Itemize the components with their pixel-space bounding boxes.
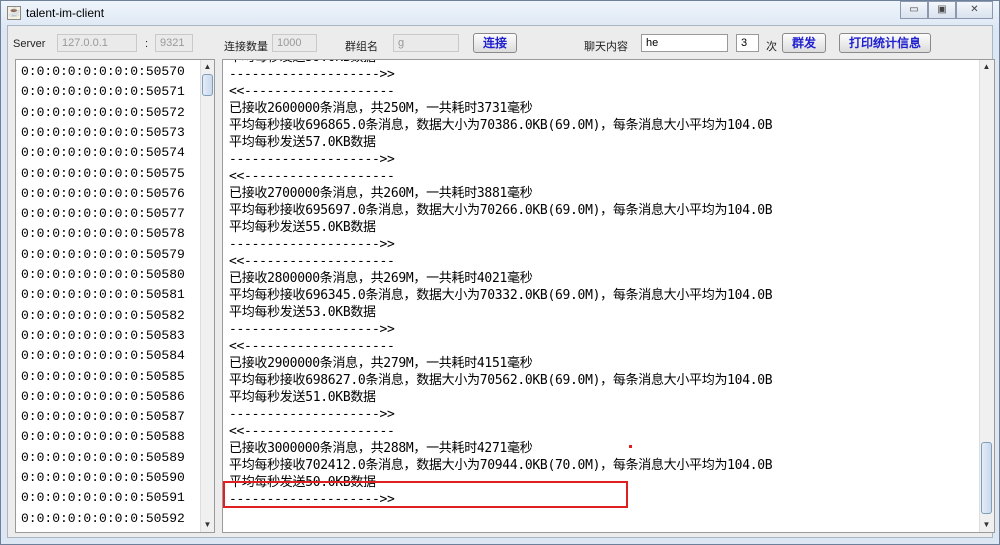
client-list-item[interactable]: 0:0:0:0:0:0:0:0:50591 (21, 488, 185, 508)
client-list-item[interactable]: 0:0:0:0:0:0:0:0:50586 (21, 387, 185, 407)
client-list-item[interactable]: 0:0:0:0:0:0:0:0:50574 (21, 143, 185, 163)
app-window: ☕ talent-im-client ▭ ▣ ✕ Server 127.0.0.… (0, 0, 1000, 545)
log-line: 已接收2700000条消息，共260M，一共耗时3881毫秒 (229, 186, 533, 201)
minimize-button[interactable]: ▭ (900, 1, 928, 19)
client-area: Server 127.0.0.1 : 9321 连接数量 1000 群组名 g … (7, 25, 995, 538)
log-line: -------------------->> (229, 67, 395, 82)
client-list-item[interactable]: 0:0:0:0:0:0:0:0:50576 (21, 184, 185, 204)
client-list-item[interactable]: 0:0:0:0:0:0:0:0:50571 (21, 82, 185, 102)
times-input[interactable]: 3 (736, 34, 759, 52)
broadcast-button[interactable]: 群发 (782, 33, 826, 53)
java-icon: ☕ (7, 6, 21, 20)
conn-count-input[interactable]: 1000 (272, 34, 317, 52)
log-line: 平均每秒接收702412.0条消息，数据大小为70944.0KB(70.0M)，… (229, 458, 773, 473)
client-list[interactable]: ▲ ▼ 0:0:0:0:0:0:0:0:50570 0:0:0:0:0:0:0:0… (15, 59, 215, 533)
chat-input[interactable]: he (641, 34, 728, 52)
close-button[interactable]: ✕ (956, 1, 993, 19)
scroll-up-icon[interactable]: ▲ (201, 60, 214, 74)
log-line: 已接收2600000条消息，共250M，一共耗时3731毫秒 (229, 101, 533, 116)
client-list-scrollbar[interactable]: ▲ ▼ (200, 60, 214, 532)
connect-button[interactable]: 连接 (473, 33, 517, 53)
client-list-item[interactable]: 0:0:0:0:0:0:0:0:50570 (21, 62, 185, 82)
scroll-thumb[interactable] (981, 442, 992, 514)
log-line: 平均每秒发送55.0KB数据 (229, 220, 376, 235)
log-line: -------------------->> (229, 322, 395, 337)
client-list-item[interactable]: 0:0:0:0:0:0:0:0:50588 (21, 427, 185, 447)
scroll-down-icon[interactable]: ▼ (201, 518, 214, 532)
client-list-item[interactable]: 0:0:0:0:0:0:0:0:50580 (21, 265, 185, 285)
client-list-item[interactable]: 0:0:0:0:0:0:0:0:50583 (21, 326, 185, 346)
client-list-item[interactable]: 0:0:0:0:0:0:0:0:50582 (21, 306, 185, 326)
colon-label: : (145, 38, 149, 50)
log-line: 平均每秒接收695697.0条消息，数据大小为70266.0KB(69.0M)，… (229, 203, 773, 218)
client-list-item[interactable]: 0:0:0:0:0:0:0:0:50585 (21, 367, 185, 387)
client-list-item[interactable]: 0:0:0:0:0:0:0:0:50573 (21, 123, 185, 143)
client-list-item[interactable]: 0:0:0:0:0:0:0:0:50589 (21, 448, 185, 468)
red-dot-marker (629, 445, 632, 448)
server-input[interactable]: 127.0.0.1 (57, 34, 137, 52)
client-list-item[interactable]: 0:0:0:0:0:0:0:0:50577 (21, 204, 185, 224)
server-label: Server (13, 38, 46, 50)
log-line: -------------------->> (229, 237, 395, 252)
client-list-item[interactable]: 0:0:0:0:0:0:0:0:50581 (21, 285, 185, 305)
port-input[interactable]: 9321 (155, 34, 193, 52)
client-list-item[interactable]: 0:0:0:0:0:0:0:0:50584 (21, 346, 185, 366)
client-list-item[interactable]: 0:0:0:0:0:0:0:0:50579 (21, 245, 185, 265)
client-list-item[interactable]: 0:0:0:0:0:0:0:0:50572 (21, 103, 185, 123)
log-line: 平均每秒接收696865.0条消息，数据大小为70386.0KB(69.0M)，… (229, 118, 773, 133)
log-line: <<-------------------- (229, 84, 395, 99)
group-input[interactable]: g (393, 34, 459, 52)
log-line: 已接收3000000条消息，共288M，一共耗时4271毫秒 (229, 441, 533, 456)
log-line: 已接收2900000条消息，共279M，一共耗时4151毫秒 (229, 356, 533, 371)
times-suffix: 次 (766, 41, 777, 53)
log-scrollbar[interactable]: ▲ ▼ (979, 60, 994, 532)
log-line: 平均每秒发送53.0KB数据 (229, 305, 376, 320)
scroll-down-icon[interactable]: ▼ (980, 518, 993, 532)
maximize-button[interactable]: ▣ (928, 1, 956, 19)
log-line: 平均每秒发送57.0KB数据 (229, 135, 376, 150)
scroll-thumb[interactable] (202, 74, 213, 96)
client-list-item[interactable]: 0:0:0:0:0:0:0:0:50592 (21, 509, 185, 529)
log-line: <<-------------------- (229, 424, 395, 439)
log-line: <<-------------------- (229, 339, 395, 354)
conn-count-label: 连接数量 (224, 41, 268, 53)
log-line: <<-------------------- (229, 254, 395, 269)
log-output[interactable]: ▲ ▼ 平均每秒发送59.0KB数据-------------------->>… (222, 59, 995, 533)
title-bar: ☕ talent-im-client ▭ ▣ ✕ (1, 1, 999, 25)
window-title: talent-im-client (26, 6, 105, 20)
scroll-up-icon[interactable]: ▲ (980, 60, 993, 74)
client-list-item[interactable]: 0:0:0:0:0:0:0:0:50590 (21, 468, 185, 488)
log-line: 平均每秒发送51.0KB数据 (229, 390, 376, 405)
log-line: -------------------->> (229, 407, 395, 422)
log-line: 平均每秒接收698627.0条消息，数据大小为70562.0KB(69.0M)，… (229, 373, 773, 388)
log-line: 平均每秒发送59.0KB数据 (229, 60, 376, 66)
client-list-item[interactable]: 0:0:0:0:0:0:0:0:50575 (21, 164, 185, 184)
log-line: -------------------->> (229, 152, 395, 167)
print-stats-button[interactable]: 打印统计信息 (839, 33, 931, 53)
client-list-item[interactable]: 0:0:0:0:0:0:0:0:50587 (21, 407, 185, 427)
highlight-box (223, 481, 628, 508)
client-list-item[interactable]: 0:0:0:0:0:0:0:0:50578 (21, 224, 185, 244)
group-label: 群组名 (345, 41, 378, 53)
log-line: 已接收2800000条消息，共269M，一共耗时4021毫秒 (229, 271, 533, 286)
chat-label: 聊天内容 (584, 41, 628, 53)
log-line: 平均每秒接收696345.0条消息，数据大小为70332.0KB(69.0M)，… (229, 288, 773, 303)
log-line: <<-------------------- (229, 169, 395, 184)
